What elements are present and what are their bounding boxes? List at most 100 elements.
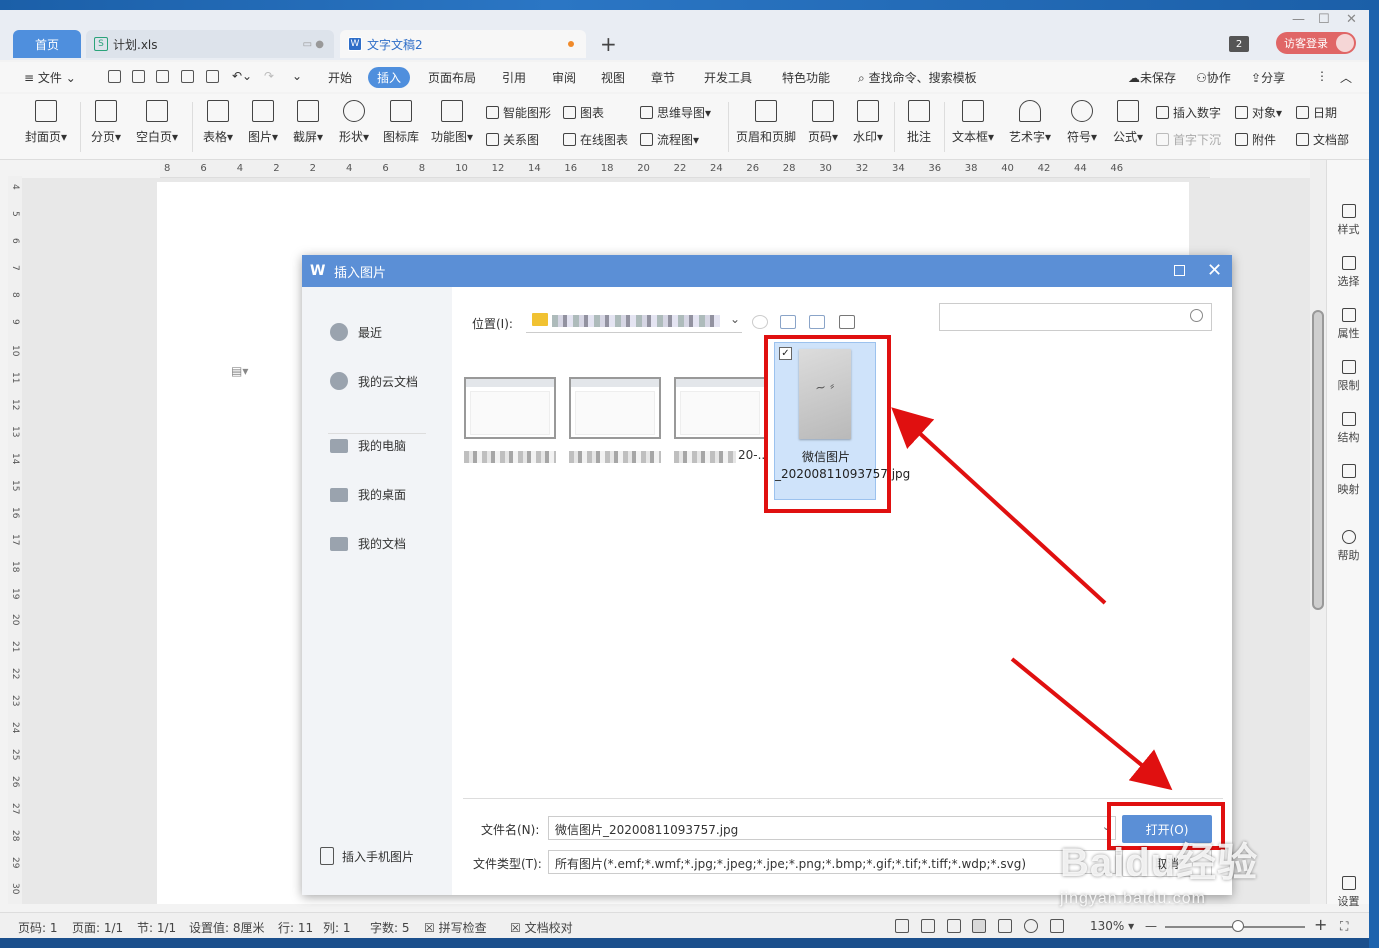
save-icon[interactable]	[156, 70, 169, 83]
menu-review[interactable]: 审阅	[552, 69, 576, 86]
menu-features[interactable]: 特色功能	[782, 69, 830, 86]
back-icon[interactable]	[752, 315, 768, 329]
doc-proofread-button[interactable]: ☒ 文档校对	[510, 919, 573, 936]
file-search-input[interactable]	[939, 303, 1212, 331]
paragraph-handle-icon[interactable]: ▤▾	[231, 364, 248, 378]
flowchart-button[interactable]: 流程图 ▾	[640, 131, 699, 148]
text-box-button[interactable]: 文本框▾	[950, 100, 996, 145]
file-menu[interactable]: ≡ 文件 ⌄	[24, 69, 76, 86]
view-mode-icon[interactable]	[839, 315, 855, 329]
eye-protect-icon[interactable]	[1050, 919, 1064, 933]
nav-my-computer[interactable]: 我的电脑	[330, 437, 406, 454]
minimize-icon[interactable]: —	[1292, 12, 1305, 27]
header-footer-button[interactable]: 页眉和页脚	[734, 100, 798, 145]
web-view-icon[interactable]	[1024, 919, 1038, 933]
zoom-level[interactable]: 130% ▾	[1090, 919, 1134, 933]
insert-number-button[interactable]: 插入数字	[1156, 104, 1221, 121]
tab-home[interactable]: 首页	[13, 30, 81, 58]
cover-page-button[interactable]: 封面页▾	[22, 100, 70, 145]
object-button[interactable]: 对象 ▾	[1235, 104, 1282, 121]
formula-button[interactable]: 公式▾	[1110, 100, 1146, 145]
nav-my-documents[interactable]: 我的文档	[330, 535, 406, 552]
restrict-pane-button[interactable]: 限制	[1327, 360, 1370, 393]
tab-document[interactable]: W 文字文稿2	[340, 30, 586, 58]
new-tab-plus-icon[interactable]: +	[600, 32, 617, 56]
chart-button[interactable]: 图表	[563, 104, 604, 121]
nav-recent[interactable]: 最近	[330, 323, 382, 341]
more-options-icon[interactable]: ⋮	[1316, 69, 1328, 83]
screenshot-button[interactable]: 截屏▾	[290, 100, 326, 145]
page-view-icon[interactable]	[972, 919, 986, 933]
mind-map-button[interactable]: 思维导图 ▾	[640, 104, 711, 121]
status-pages[interactable]: 页面: 1/1	[72, 919, 123, 936]
dialog-close-icon[interactable]: ✕	[1207, 260, 1222, 281]
print-icon[interactable]	[181, 70, 194, 83]
filename-input[interactable]: 微信图片_20200811093757.jpg ⌄	[548, 816, 1116, 840]
status-setting[interactable]: 设置值: 8厘米	[189, 919, 265, 936]
zoom-slider-handle[interactable]	[1232, 920, 1244, 932]
new-icon[interactable]	[108, 70, 121, 83]
drop-cap-button[interactable]: 首字下沉	[1156, 131, 1221, 148]
share-button[interactable]: ⇪分享	[1251, 69, 1285, 86]
online-chart-button[interactable]: 在线图表	[563, 131, 628, 148]
undo-icon[interactable]: ↶⌄	[232, 69, 252, 83]
vertical-scrollbar[interactable]	[1310, 160, 1326, 904]
nav-my-desktop[interactable]: 我的桌面	[330, 486, 406, 503]
document-parts-button[interactable]: 文档部	[1296, 131, 1349, 148]
open-icon[interactable]	[132, 70, 145, 83]
fullscreen-icon[interactable]	[895, 919, 909, 933]
status-word-count[interactable]: 字数: 5	[370, 919, 410, 936]
picture-button[interactable]: 图片▾	[245, 100, 281, 145]
settings-pane-button[interactable]: 设置	[1327, 876, 1370, 909]
location-dropdown[interactable]: ⌄	[526, 309, 742, 333]
collapse-ribbon-icon[interactable]: ︿	[1340, 69, 1352, 86]
nav-cloud-docs[interactable]: 我的云文档	[330, 372, 418, 390]
tab-pin-icon[interactable]: ▭ ●	[303, 39, 324, 50]
page-number-button[interactable]: 页码▾	[805, 100, 841, 145]
mapping-pane-button[interactable]: 映射	[1327, 464, 1370, 497]
symbol-button[interactable]: 符号▾	[1064, 100, 1100, 145]
file-thumbnail[interactable]	[464, 377, 556, 439]
file-thumbnail[interactable]	[569, 377, 661, 439]
new-folder-icon[interactable]	[809, 315, 825, 329]
menu-view[interactable]: 视图	[601, 69, 625, 86]
comment-button[interactable]: 批注	[902, 100, 936, 145]
function-chart-button[interactable]: 功能图▾	[428, 100, 476, 145]
spell-check-button[interactable]: ☒ 拼写检查	[424, 919, 487, 936]
page-break-button[interactable]: 分页▾	[88, 100, 124, 145]
reading-mode-icon[interactable]	[921, 919, 935, 933]
command-search[interactable]: ⌕ 查找命令、搜索模板	[858, 69, 977, 86]
blank-page-button[interactable]: 空白页▾	[134, 100, 180, 145]
help-pane-button[interactable]: 帮助	[1327, 530, 1370, 563]
file-thumbnail[interactable]	[674, 377, 766, 439]
properties-pane-button[interactable]: 属性	[1327, 308, 1370, 341]
insert-phone-picture-button[interactable]: 插入手机图片	[320, 847, 414, 865]
zoom-out-icon[interactable]: —	[1145, 919, 1157, 933]
outline-view-icon[interactable]	[998, 919, 1012, 933]
tab-spreadsheet[interactable]: S 计划.xls ▭ ●	[86, 30, 334, 58]
menu-insert[interactable]: 插入	[368, 67, 411, 88]
guest-login-button[interactable]: 访客登录	[1276, 32, 1356, 54]
watermark-button[interactable]: 水印▾	[850, 100, 886, 145]
scrollbar-thumb[interactable]	[1312, 310, 1324, 610]
menu-page-layout[interactable]: 页面布局	[428, 69, 476, 86]
icon-library-button[interactable]: 图标库	[381, 100, 421, 145]
word-art-button[interactable]: 艺术字▾	[1007, 100, 1053, 145]
unsaved-status[interactable]: ☁未保存	[1128, 69, 1176, 86]
select-pane-button[interactable]: 选择	[1327, 256, 1370, 289]
up-folder-icon[interactable]	[780, 315, 796, 329]
relation-chart-button[interactable]: 关系图	[486, 131, 539, 148]
menu-start[interactable]: 开始	[328, 69, 352, 86]
menu-chapter[interactable]: 章节	[651, 69, 675, 86]
write-mode-icon[interactable]	[947, 919, 961, 933]
zoom-in-icon[interactable]: +	[1314, 915, 1327, 934]
menu-developer[interactable]: 开发工具	[704, 69, 752, 86]
redo-icon[interactable]: ↷	[264, 69, 274, 83]
window-count-badge[interactable]: 2	[1229, 36, 1249, 52]
maximize-icon[interactable]: ☐	[1318, 12, 1330, 27]
vertical-ruler[interactable]: 4 5 6 7 8 9 10 11 12 13 14 15 16 17 18 19 20 21 22 23 24 25 26…	[8, 176, 22, 904]
shape-button[interactable]: 形状▾	[336, 100, 372, 145]
filetype-select[interactable]: 所有图片(*.emf;*.wmf;*.jpg;*.jpeg;*.jpe;*.pn…	[548, 850, 1116, 874]
close-icon[interactable]: ✕	[1346, 12, 1357, 27]
dialog-titlebar[interactable]: W 插入图片 ✕	[302, 255, 1232, 287]
